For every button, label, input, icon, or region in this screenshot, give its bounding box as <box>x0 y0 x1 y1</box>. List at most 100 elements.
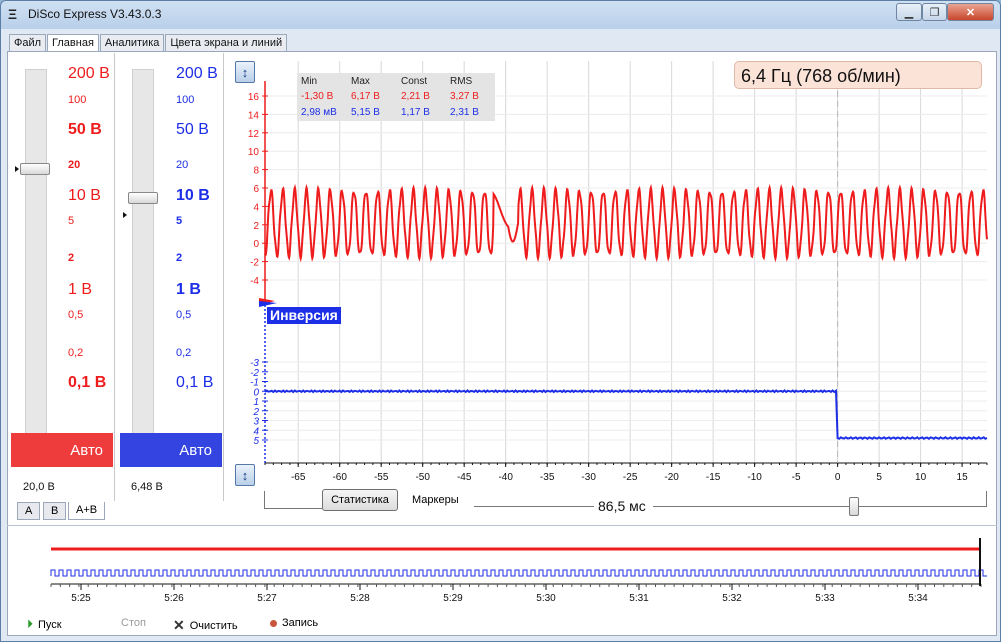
grid <box>265 61 987 463</box>
timeline-content: 5:25 5:26 5:27 5:28 5:29 5:30 5:31 5:32 5:33 5:34 <box>50 538 987 604</box>
y-tick-label-a: 4 <box>253 202 259 213</box>
timebase-slider-track[interactable] <box>653 506 987 507</box>
app-window: Ξ DiSco Express V3.43.0.3 ▁ ❐ ✕ Файл Гла… <box>0 0 1001 642</box>
channel-tab-b[interactable]: B <box>43 502 67 520</box>
channel-a-slider-thumb[interactable] <box>20 163 50 175</box>
timeline-tick-label: 5:33 <box>815 593 835 604</box>
channel-b-range-label[interactable]: 0,1 В <box>176 374 213 392</box>
channel-b-range-label[interactable]: 5 <box>176 215 182 227</box>
start-button[interactable]: ⏵ Пуск <box>27 617 62 632</box>
channel-a-range-label[interactable]: 2 <box>68 252 74 264</box>
channel-b-range-label[interactable]: 1 В <box>176 281 201 299</box>
markers-button[interactable]: Маркеры <box>412 494 459 506</box>
channel-tab-ab[interactable]: A+B <box>68 502 106 520</box>
channel-a-value: 20,0 В <box>23 481 55 493</box>
clear-icon: ✕ <box>173 617 185 633</box>
stats-header: Min <box>301 76 318 87</box>
channel-b-range-label[interactable]: 50 В <box>176 121 209 139</box>
x-tick-label: 10 <box>915 472 927 483</box>
stats-header: Max <box>351 76 370 87</box>
channel-b-range-label[interactable]: 0,2 <box>176 347 191 359</box>
clear-button[interactable]: ✕ Очистить <box>173 617 238 634</box>
channel-a-range-label[interactable]: 20 <box>68 159 80 171</box>
timeline-tick-label: 5:26 <box>164 593 184 604</box>
channel-a-range-label[interactable]: 5 <box>68 215 74 227</box>
x-tick-label: -45 <box>457 472 472 483</box>
x-tick-label: -60 <box>332 472 347 483</box>
restore-button[interactable]: ❐ <box>922 3 947 21</box>
tab-main[interactable]: Главная <box>47 34 99 52</box>
timeline-tick-label: 5:27 <box>257 593 277 604</box>
x-tick-label: -35 <box>540 472 555 483</box>
stop-button[interactable]: Стоп <box>121 617 146 629</box>
channel-a-pointer-icon <box>15 166 19 172</box>
tab-colors[interactable]: Цвета экрана и линий <box>165 34 288 52</box>
stats-header: Const <box>401 76 428 87</box>
frequency-display: 6,4 Гц (768 об/мин) <box>734 61 982 89</box>
x-tick-label: -40 <box>498 472 513 483</box>
divider <box>7 525 997 526</box>
record-icon <box>270 619 277 627</box>
tab-file[interactable]: Файл <box>9 34 47 52</box>
channel-a-range-label[interactable]: 10 В <box>68 187 101 205</box>
x-tick-label: 15 <box>957 472 969 483</box>
channel-b-range-label[interactable]: 20 <box>176 159 188 171</box>
channel-b-pointer-icon <box>123 212 127 218</box>
timebase-slider-thumb[interactable] <box>849 497 859 516</box>
start-label: Пуск <box>38 618 62 631</box>
stats-b-min: 2,98 мВ <box>301 107 337 118</box>
y-tick-label-a: 10 <box>248 147 260 158</box>
channel-a-range-label[interactable]: 0,1 В <box>68 374 106 392</box>
oscilloscope-chart[interactable]: 1614121086420-2-4 -3-2-1012345 -65 -60 -55… <box>235 61 995 486</box>
channel-a-auto-button[interactable]: Авто <box>11 433 113 467</box>
channel-a-slider-track[interactable] <box>25 69 47 463</box>
close-button[interactable]: ✕ <box>947 3 994 21</box>
channel-a-panel: 200 В 100 50 В 20 10 В 5 2 1 В 0,5 0,2 0… <box>11 53 115 501</box>
minimize-button[interactable]: ▁ <box>896 3 922 21</box>
x-tick-label: 0 <box>835 472 841 483</box>
x-tick-label: -65 <box>291 472 306 483</box>
channel-b-range-label[interactable]: 0,5 <box>176 309 191 321</box>
channel-b-range-label[interactable]: 2 <box>176 252 182 264</box>
channel-a-range-label[interactable]: 50 В <box>68 121 102 139</box>
channel-a-range-label[interactable]: 1 В <box>68 281 92 299</box>
x-tick-label: 5 <box>876 472 882 483</box>
record-button[interactable]: Запись <box>270 617 318 629</box>
channel-b-range-label[interactable]: 100 <box>176 94 194 106</box>
record-label: Запись <box>282 617 319 629</box>
y-tick-label-a: 2 <box>253 221 259 232</box>
channel-b-slider-track[interactable] <box>132 69 154 463</box>
stop-label: Стоп <box>121 617 146 629</box>
stats-b-max: 5,15 В <box>351 107 380 118</box>
channel-b-range-label[interactable]: 200 В <box>176 65 218 83</box>
timeline-overview[interactable]: 5:25 5:26 5:27 5:28 5:29 5:30 5:31 5:32 5:33 5:34 <box>41 536 991 608</box>
x-tick-label: -30 <box>581 472 596 483</box>
stats-a-rms: 3,27 В <box>450 91 479 102</box>
x-tick-label: -10 <box>747 472 762 483</box>
y-tick-label-a: -2 <box>250 258 259 269</box>
ribbon-tabs: Файл Главная Аналитика Цвета экрана и ли… <box>9 34 288 52</box>
stats-header: RMS <box>450 76 473 87</box>
statistics-button[interactable]: Статистика <box>322 489 398 511</box>
channel-a-range-label[interactable]: 100 <box>68 94 86 106</box>
channel-b-slider-thumb[interactable] <box>128 192 158 204</box>
channel-a-range-label[interactable]: 0,5 <box>68 309 83 321</box>
toolbar-bracket-left <box>264 491 265 509</box>
timeline-tick-label: 5:32 <box>722 593 742 604</box>
stats-b-rms: 2,31 В <box>450 107 479 118</box>
stats-a-min: -1,30 В <box>301 91 334 102</box>
channel-b-value: 6,48 В <box>131 481 163 493</box>
tab-analytics[interactable]: Аналитика <box>99 34 165 52</box>
channel-b-panel: 200 В 100 50 В 20 10 В 5 2 1 В 0,5 0,2 0… <box>118 53 224 501</box>
x-tick-label: -20 <box>664 472 679 483</box>
y-tick-label-a: 14 <box>248 110 260 121</box>
channel-b-auto-button[interactable]: Авто <box>120 433 222 467</box>
inversion-label[interactable]: Инверсия <box>267 307 341 324</box>
y-tick-label-a: 6 <box>253 184 259 195</box>
channel-tab-a[interactable]: A <box>17 502 41 520</box>
timeline-channel-b <box>50 569 987 577</box>
channel-a-range-label[interactable]: 0,2 <box>68 347 83 359</box>
channel-a-range-label[interactable]: 200 В <box>68 65 110 83</box>
channel-b-range-label[interactable]: 10 В <box>176 187 210 205</box>
timeline-tick-label: 5:28 <box>350 593 370 604</box>
